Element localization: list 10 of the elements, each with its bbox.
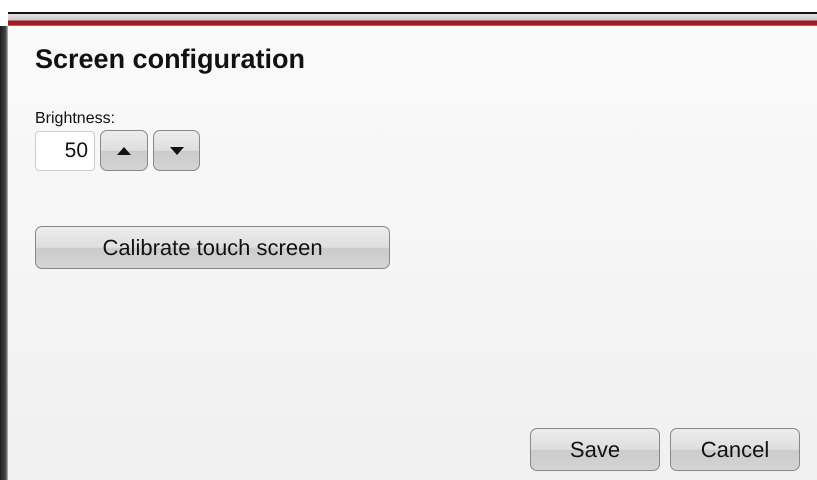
calibrate-button[interactable]: Calibrate touch screen (35, 226, 390, 269)
increment-button[interactable] (100, 130, 148, 171)
dialog-button[interactable]: Save (530, 428, 660, 471)
dialog-title: Screen configuration (35, 44, 306, 75)
up-triangle-icon (117, 146, 131, 154)
decrement-button[interactable] (153, 130, 200, 171)
dialog-button[interactable]: Cancel (670, 428, 800, 471)
brightness-field[interactable]: 50 (35, 130, 95, 170)
down-triangle-icon (170, 146, 184, 154)
brightness-label: Brightness: (35, 110, 116, 128)
